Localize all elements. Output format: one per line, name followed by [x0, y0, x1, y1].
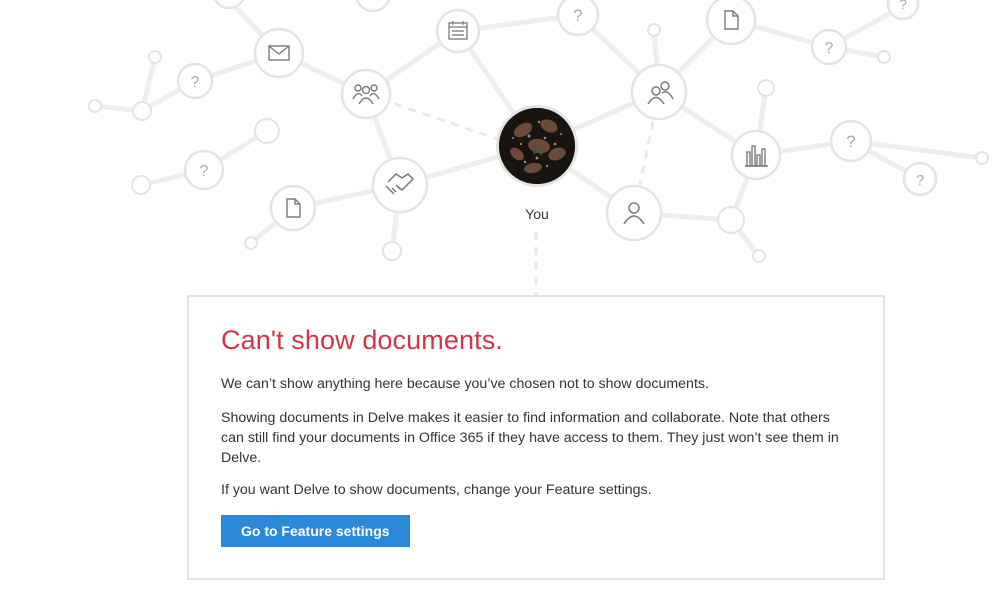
svg-text:?: ? [846, 132, 855, 151]
svg-text:?: ? [825, 40, 834, 57]
question-node: ? [902, 161, 938, 197]
calendar-node [435, 8, 481, 54]
chart-node [730, 129, 782, 181]
svg-text:?: ? [573, 6, 582, 25]
avatar-photo-icon [499, 108, 575, 184]
message-card: Can't show documents. We can’t show anyt… [187, 295, 885, 580]
group-node [340, 68, 392, 120]
document-node [269, 184, 317, 232]
document-node [705, 0, 757, 46]
question-node [355, 0, 391, 13]
message-paragraph-1: We can’t show anything here because you’… [221, 376, 709, 392]
question-node: ? [810, 28, 848, 66]
svg-text:?: ? [899, 0, 907, 12]
question-node: ? [176, 62, 214, 100]
message-paragraph-3: If you want Delve to show documents, cha… [221, 482, 652, 498]
profile-avatar[interactable] [496, 105, 578, 187]
question-node: ? [183, 149, 225, 191]
person-node [605, 184, 663, 242]
go-to-feature-settings-button[interactable]: Go to Feature settings [221, 515, 410, 547]
svg-text:?: ? [200, 163, 209, 180]
message-title: Can't show documents. [221, 325, 503, 355]
question-node: ? [829, 119, 873, 163]
question-node [213, 0, 245, 10]
question-node: ? [556, 0, 600, 37]
message-paragraph-2: Showing documents in Delve makes it easi… [221, 410, 839, 466]
handshake-node [371, 156, 429, 214]
people-node [630, 63, 688, 121]
svg-text:?: ? [916, 172, 924, 189]
question-node: ? [886, 0, 920, 21]
svg-text:?: ? [191, 74, 200, 91]
you-label: You [525, 206, 549, 222]
mail-node [253, 27, 305, 79]
avatar-image [499, 108, 575, 184]
